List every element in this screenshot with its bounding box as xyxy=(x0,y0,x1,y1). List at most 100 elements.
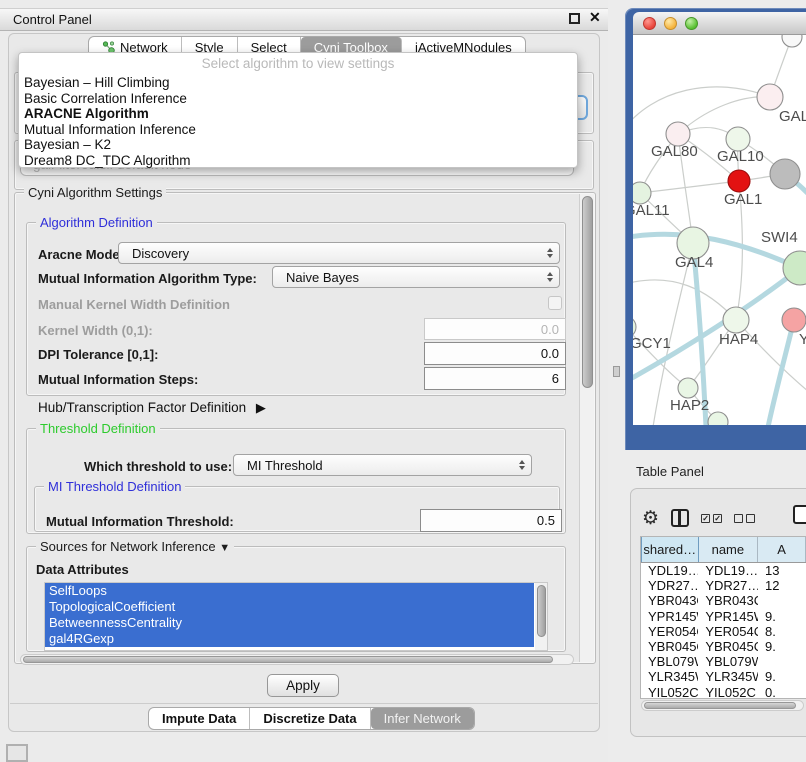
gear-icon[interactable]: ⚙ xyxy=(642,509,659,528)
table-column-header[interactable]: name xyxy=(699,537,759,562)
network-node-label: GCY1 xyxy=(633,335,671,352)
apply-button[interactable]: Apply xyxy=(267,674,339,697)
table-cell: YPR145W xyxy=(641,609,698,624)
network-node[interactable] xyxy=(678,378,698,398)
bottom-tab-discretize-data[interactable]: Discretize Data xyxy=(250,708,370,729)
mi-type-label: Mutual Information Algorithm Type: xyxy=(38,271,257,286)
bottom-tabbar: Impute DataDiscretize DataInfer Network xyxy=(148,707,475,730)
table-cell: 9. xyxy=(758,639,806,654)
network-window-titlebar xyxy=(633,12,806,35)
collapse-arrow-icon[interactable]: ▼ xyxy=(219,542,230,554)
table-cell: 12 xyxy=(758,578,806,593)
network-node[interactable] xyxy=(782,35,802,47)
kernel-width-value: 0.0 xyxy=(541,322,559,337)
manual-kernel-label: Manual Kernel Width Definition xyxy=(38,297,230,312)
aracne-mode-label: Aracne Mode: xyxy=(38,247,124,262)
attributes-scrollbar[interactable] xyxy=(535,583,547,650)
mi-steps-label: Mutual Information Steps: xyxy=(38,372,198,387)
table-function-icon[interactable] xyxy=(793,505,806,524)
stepper-icon xyxy=(519,460,525,470)
settings-scrollbar-thumb[interactable] xyxy=(582,196,593,388)
network-node[interactable] xyxy=(757,84,783,110)
table-rows: YDL19…YDL19…13YDR27…YDR27…12YBR043CYBR04… xyxy=(641,563,806,699)
close-panel-icon[interactable]: ✕ xyxy=(589,9,601,26)
mi-type-value: Naive Bayes xyxy=(286,270,359,285)
network-view-canvas[interactable]: GALGAL80GAL10GAL1GAL11SWI4GAL4GCY1HAP4YH… xyxy=(633,35,806,425)
mi-threshold-label: Mutual Information Threshold: xyxy=(46,514,234,529)
attribute-list-item[interactable]: SelfLoops xyxy=(45,583,534,599)
table-row[interactable]: YER054CYER054C8. xyxy=(641,624,806,639)
mi-threshold-input[interactable]: 0.5 xyxy=(420,509,562,532)
attribute-list-item[interactable]: gal4RGexp xyxy=(45,631,534,647)
manual-kernel-checkbox[interactable] xyxy=(548,296,562,310)
table-row[interactable]: YBR043CYBR043C xyxy=(641,593,806,608)
table-column-header[interactable]: A xyxy=(758,537,806,562)
table-cell: YIL052C xyxy=(641,685,698,700)
table-toolbar: ⚙ ✓✓ xyxy=(642,505,806,531)
network-node[interactable] xyxy=(728,170,750,192)
settings-hscrollbar[interactable] xyxy=(20,654,574,665)
network-node-label: GAL4 xyxy=(675,254,713,271)
cyni-settings-title: Cyni Algorithm Settings xyxy=(24,185,166,200)
table-row[interactable]: YIL052CYIL052C0. xyxy=(641,685,806,700)
table-row[interactable]: YBR045CYBR045C9. xyxy=(641,639,806,654)
algorithm-option[interactable]: Mutual Information Inference xyxy=(19,122,577,138)
attribute-list-item[interactable]: TopologicalCoefficient xyxy=(45,599,534,615)
attributes-scrollbar-thumb[interactable] xyxy=(537,585,546,637)
mi-steps-input[interactable]: 6 xyxy=(424,367,566,390)
table-header-row: shared…nameA xyxy=(641,537,806,563)
algorithm-option[interactable]: ARACNE Algorithm xyxy=(19,106,577,122)
table-hscrollbar[interactable] xyxy=(641,700,804,711)
columns-icon[interactable] xyxy=(671,509,689,527)
which-threshold-combo[interactable]: MI Threshold xyxy=(233,454,532,476)
which-threshold-label: Which threshold to use: xyxy=(84,459,232,474)
algorithm-option[interactable]: Basic Correlation Inference xyxy=(19,91,577,107)
float-panel-icon[interactable] xyxy=(569,13,580,24)
table-hscrollbar-thumb[interactable] xyxy=(644,702,796,709)
zoom-window-icon[interactable] xyxy=(685,17,698,30)
network-node[interactable] xyxy=(782,308,806,332)
bottom-tab-impute-data[interactable]: Impute Data xyxy=(149,708,250,729)
hub-definition-label: Hub/Transcription Factor Definition xyxy=(38,400,246,415)
table-cell: YBL079W xyxy=(641,654,698,669)
table-row[interactable]: YLR345WYLR345W9. xyxy=(641,669,806,684)
network-node-label: SWI4 xyxy=(761,229,798,246)
network-node[interactable] xyxy=(633,182,651,204)
sources-title-text: Sources for Network Inference xyxy=(40,539,216,554)
settings-scrollbar[interactable] xyxy=(579,194,594,662)
table-row[interactable]: YDR27…YDR27…12 xyxy=(641,578,806,593)
data-attributes-list[interactable]: SelfLoopsTopologicalCoefficientBetweenne… xyxy=(44,582,548,651)
algorithm-dropdown-popup: Select algorithm to view settings Bayesi… xyxy=(18,52,578,168)
kernel-width-input[interactable]: 0.0 xyxy=(424,318,566,340)
settings-hscrollbar-thumb[interactable] xyxy=(23,656,553,663)
minimized-panel-grip[interactable] xyxy=(6,744,28,762)
deselect-all-checkboxes-icon[interactable] xyxy=(734,514,755,523)
network-node[interactable] xyxy=(723,307,749,333)
close-window-icon[interactable] xyxy=(643,17,656,30)
table-row[interactable]: YPR145WYPR145W9. xyxy=(641,609,806,624)
table-column-header[interactable]: shared… xyxy=(641,537,699,562)
minimize-window-icon[interactable] xyxy=(664,17,677,30)
splitter-grip[interactable] xyxy=(613,366,620,377)
data-attributes-label: Data Attributes xyxy=(36,562,129,577)
algorithm-option[interactable]: Dream8 DC_TDC Algorithm xyxy=(19,153,577,169)
stepper-icon xyxy=(547,248,553,258)
network-node[interactable] xyxy=(770,159,800,189)
table-row[interactable]: YDL19…YDL19…13 xyxy=(641,563,806,578)
attribute-list-item[interactable]: BetweennessCentrality xyxy=(45,615,534,631)
aracne-mode-combo[interactable]: Discovery xyxy=(118,242,560,264)
table-row[interactable]: YBL079WYBL079W xyxy=(641,654,806,669)
hub-definition-toggle[interactable]: Hub/Transcription Factor Definition ▶ xyxy=(38,400,266,416)
select-all-checkboxes-icon[interactable]: ✓✓ xyxy=(701,514,722,523)
table-cell: YDL19… xyxy=(698,563,758,578)
table-cell: 9. xyxy=(758,669,806,684)
algorithm-option[interactable]: Bayesian – Hill Climbing xyxy=(19,75,577,91)
bottom-tab-infer-network[interactable]: Infer Network xyxy=(371,708,474,729)
algorithm-option[interactable]: Bayesian – K2 xyxy=(19,137,577,153)
table-cell: YBR045C xyxy=(698,639,758,654)
mi-type-combo[interactable]: Naive Bayes xyxy=(272,266,560,288)
table-cell xyxy=(758,654,806,669)
popup-hint: Select algorithm to view settings xyxy=(19,56,577,75)
kernel-width-label: Kernel Width (0,1): xyxy=(38,323,153,338)
dpi-tolerance-input[interactable]: 0.0 xyxy=(424,342,566,365)
